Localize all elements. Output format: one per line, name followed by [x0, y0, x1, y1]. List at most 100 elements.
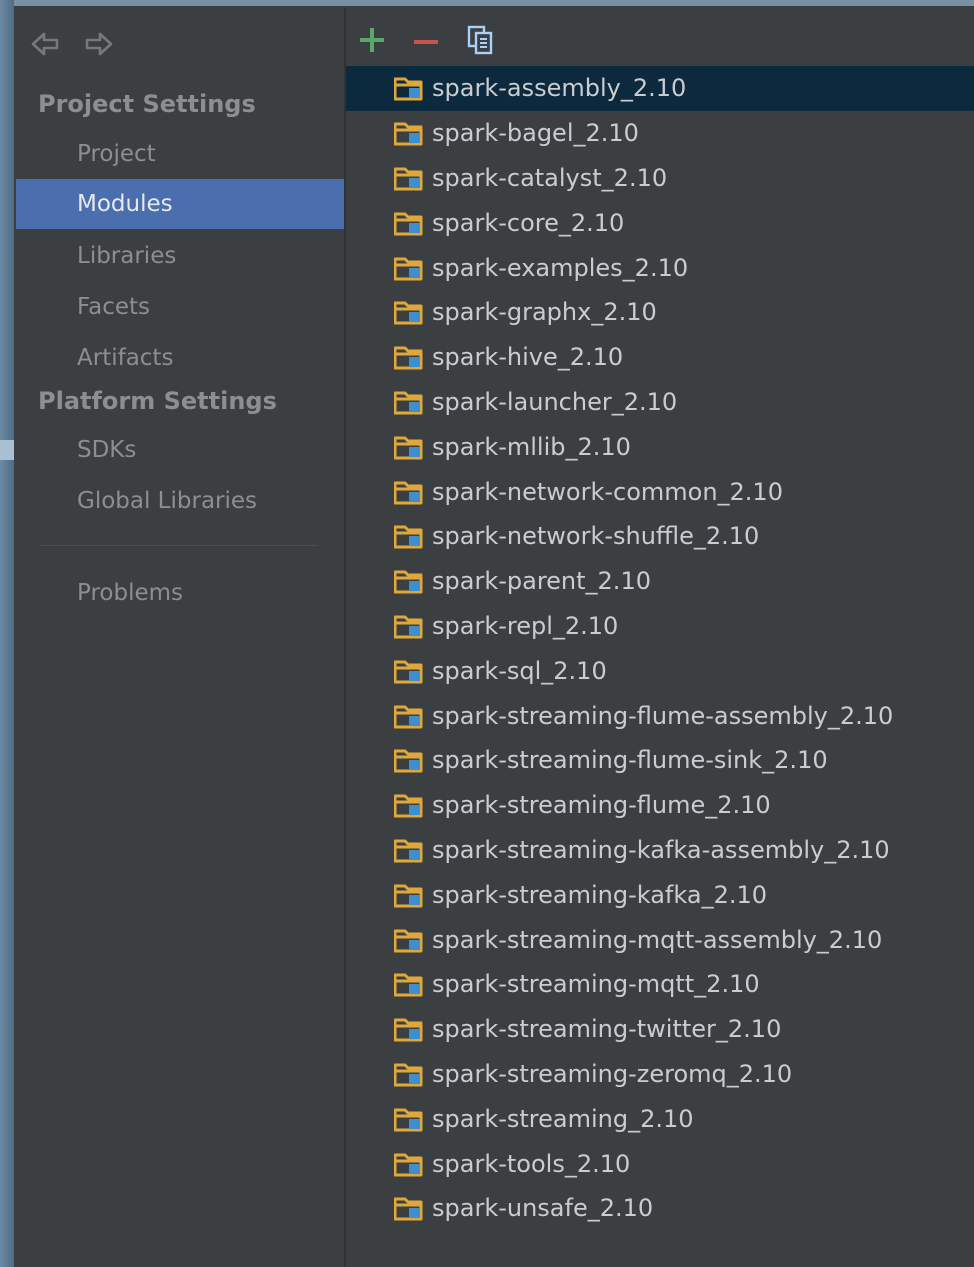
module-label: spark-unsafe_2.10: [432, 1194, 654, 1223]
modules-list: spark-assembly_2.10 spark-bagel_2.10 spa…: [346, 66, 974, 1231]
window-top-border: [14, 0, 974, 6]
project-settings-header: Project Settings: [38, 90, 256, 118]
module-label: spark-bagel_2.10: [432, 119, 639, 148]
sidebar-item-modules[interactable]: Modules: [16, 179, 344, 229]
add-icon[interactable]: [356, 24, 388, 56]
module-row-spark-parent_2.10[interactable]: spark-parent_2.10: [346, 559, 974, 604]
module-label: spark-streaming-mqtt_2.10: [432, 970, 760, 999]
module-label: spark-network-common_2.10: [432, 477, 783, 506]
module-row-spark-catalyst_2.10[interactable]: spark-catalyst_2.10: [346, 156, 974, 201]
module-label: spark-sql_2.10: [432, 656, 607, 685]
module-label: spark-parent_2.10: [432, 567, 651, 596]
module-label: spark-network-shuffle_2.10: [432, 522, 760, 551]
module-folder-icon: [394, 1063, 423, 1087]
module-row-spark-sql_2.10[interactable]: spark-sql_2.10: [346, 648, 974, 693]
module-folder-icon: [394, 525, 423, 549]
module-folder-icon: [394, 1108, 423, 1132]
modules-toolbar: [356, 22, 496, 58]
sidebar-item-facets[interactable]: Facets: [16, 282, 344, 332]
module-label: spark-streaming-zeromq_2.10: [432, 1059, 793, 1088]
module-row-spark-streaming-flume_2.10[interactable]: spark-streaming-flume_2.10: [346, 783, 974, 828]
module-label: spark-launcher_2.10: [432, 387, 678, 416]
module-folder-icon: [394, 570, 423, 594]
module-row-spark-streaming-flume-assembly_2.10[interactable]: spark-streaming-flume-assembly_2.10: [346, 693, 974, 738]
module-row-spark-launcher_2.10[interactable]: spark-launcher_2.10: [346, 380, 974, 425]
sidebar-item-sdks[interactable]: SDKs: [16, 425, 344, 475]
module-row-spark-unsafe_2.10[interactable]: spark-unsafe_2.10: [346, 1186, 974, 1231]
module-label: spark-core_2.10: [432, 208, 625, 237]
remove-icon[interactable]: [410, 24, 442, 56]
module-row-spark-streaming-kafka-assembly_2.10[interactable]: spark-streaming-kafka-assembly_2.10: [346, 828, 974, 873]
module-folder-icon: [394, 122, 423, 146]
module-folder-icon: [394, 346, 423, 370]
modules-panel: spark-assembly_2.10 spark-bagel_2.10 spa…: [346, 8, 974, 1267]
module-row-spark-network-common_2.10[interactable]: spark-network-common_2.10: [346, 469, 974, 514]
module-row-spark-streaming-twitter_2.10[interactable]: spark-streaming-twitter_2.10: [346, 1007, 974, 1052]
module-row-spark-streaming-zeromq_2.10[interactable]: spark-streaming-zeromq_2.10: [346, 1052, 974, 1097]
module-row-spark-assembly_2.10[interactable]: spark-assembly_2.10: [346, 66, 974, 111]
module-label: spark-mllib_2.10: [432, 432, 631, 461]
module-row-spark-streaming_2.10[interactable]: spark-streaming_2.10: [346, 1096, 974, 1141]
sidebar-item-libraries[interactable]: Libraries: [16, 231, 344, 281]
module-label: spark-graphx_2.10: [432, 298, 657, 327]
module-row-spark-streaming-kafka_2.10[interactable]: spark-streaming-kafka_2.10: [346, 872, 974, 917]
platform-settings-header: Platform Settings: [38, 387, 277, 415]
module-folder-icon: [394, 705, 423, 729]
module-row-spark-network-shuffle_2.10[interactable]: spark-network-shuffle_2.10: [346, 514, 974, 559]
module-label: spark-examples_2.10: [432, 253, 689, 282]
module-folder-icon: [394, 1018, 423, 1042]
module-row-spark-streaming-flume-sink_2.10[interactable]: spark-streaming-flume-sink_2.10: [346, 738, 974, 783]
module-folder-icon: [394, 1153, 423, 1177]
module-row-spark-streaming-mqtt_2.10[interactable]: spark-streaming-mqtt_2.10: [346, 962, 974, 1007]
module-folder-icon: [394, 167, 423, 191]
module-row-spark-bagel_2.10[interactable]: spark-bagel_2.10: [346, 111, 974, 156]
module-label: spark-streaming_2.10: [432, 1104, 694, 1133]
module-folder-icon: [394, 839, 423, 863]
sidebar-item-problems[interactable]: Problems: [16, 568, 344, 618]
module-row-spark-hive_2.10[interactable]: spark-hive_2.10: [346, 335, 974, 380]
module-folder-icon: [394, 615, 423, 639]
module-label: spark-streaming-twitter_2.10: [432, 1015, 782, 1044]
module-folder-icon: [394, 77, 423, 101]
sidebar-divider: [40, 545, 318, 546]
sidebar-item-project[interactable]: Project: [16, 129, 344, 179]
module-label: spark-streaming-kafka_2.10: [432, 880, 768, 909]
sidebar-item-global-libraries[interactable]: Global Libraries: [16, 476, 344, 526]
module-folder-icon: [394, 481, 423, 505]
module-label: spark-streaming-kafka-assembly_2.10: [432, 835, 890, 864]
back-arrow-icon[interactable]: [30, 28, 62, 60]
module-folder-icon: [394, 436, 423, 460]
module-folder-icon: [394, 391, 423, 415]
module-label: spark-tools_2.10: [432, 1149, 631, 1178]
module-folder-icon: [394, 257, 423, 281]
module-row-spark-repl_2.10[interactable]: spark-repl_2.10: [346, 604, 974, 649]
module-folder-icon: [394, 1197, 423, 1221]
copy-icon[interactable]: [464, 24, 496, 56]
module-row-spark-mllib_2.10[interactable]: spark-mllib_2.10: [346, 424, 974, 469]
module-row-spark-streaming-mqtt-assembly_2.10[interactable]: spark-streaming-mqtt-assembly_2.10: [346, 917, 974, 962]
module-folder-icon: [394, 929, 423, 953]
module-label: spark-streaming-flume-sink_2.10: [432, 746, 828, 775]
module-row-spark-examples_2.10[interactable]: spark-examples_2.10: [346, 245, 974, 290]
forward-arrow-icon[interactable]: [82, 28, 114, 60]
module-label: spark-streaming-flume_2.10: [432, 791, 771, 820]
module-label: spark-streaming-mqtt-assembly_2.10: [432, 925, 883, 954]
module-label: spark-assembly_2.10: [432, 74, 687, 103]
module-folder-icon: [394, 794, 423, 818]
module-row-spark-core_2.10[interactable]: spark-core_2.10: [346, 200, 974, 245]
module-folder-icon: [394, 660, 423, 684]
window-frame-edge: [0, 0, 14, 1267]
module-row-spark-tools_2.10[interactable]: spark-tools_2.10: [346, 1141, 974, 1186]
module-label: spark-repl_2.10: [432, 611, 619, 640]
module-row-spark-graphx_2.10[interactable]: spark-graphx_2.10: [346, 290, 974, 335]
module-folder-icon: [394, 973, 423, 997]
navigation-arrows: [30, 28, 114, 60]
module-label: spark-catalyst_2.10: [432, 163, 668, 192]
module-folder-icon: [394, 212, 423, 236]
module-folder-icon: [394, 884, 423, 908]
sidebar-item-artifacts[interactable]: Artifacts: [16, 333, 344, 383]
module-label: spark-streaming-flume-assembly_2.10: [432, 701, 894, 730]
module-label: spark-hive_2.10: [432, 343, 624, 372]
module-folder-icon: [394, 749, 423, 773]
settings-sidebar: Project Settings Project Modules Librari…: [16, 8, 344, 1267]
